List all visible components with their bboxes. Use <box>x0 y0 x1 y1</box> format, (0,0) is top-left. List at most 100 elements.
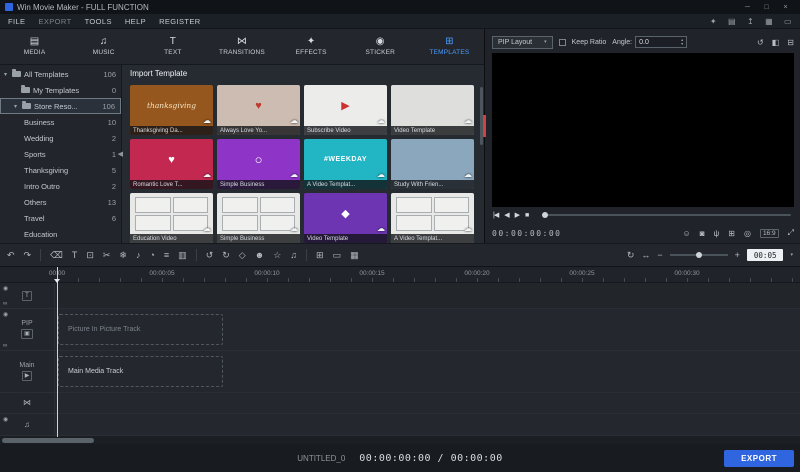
tab-music[interactable]: ♫ MUSIC <box>69 29 138 64</box>
sidebar-item-wedding[interactable]: Wedding 2 <box>0 130 121 146</box>
zoom-handle[interactable] <box>696 252 703 258</box>
equalizer-icon[interactable]: ≡ <box>164 250 169 260</box>
camera-icon[interactable]: ◙ <box>700 229 705 238</box>
tab-transitions[interactable]: ⋈ TRANSITIONS <box>207 29 276 64</box>
menu-export[interactable]: EXPORT <box>38 17 71 26</box>
render-preview-icon[interactable]: ↻ <box>627 250 635 260</box>
seek-handle[interactable] <box>542 212 549 218</box>
sidebar-item-intro-outro[interactable]: Intro Outro 2 <box>0 178 121 194</box>
skip-start-button[interactable]: |◀ <box>493 211 499 219</box>
eye-icon[interactable]: ◉ <box>3 311 8 318</box>
clip-duration-box[interactable]: 00:05 <box>746 249 784 261</box>
sidebar-item-education[interactable]: Education <box>0 226 121 242</box>
redo-icon[interactable]: ↷ <box>24 250 32 260</box>
track-pip-body[interactable]: Picture In Picture Track <box>55 309 800 350</box>
template-card-video-template-2[interactable]: ◆ Video Template ☁ <box>304 193 387 243</box>
wand-icon[interactable]: ✦ <box>710 17 717 26</box>
grid-icon[interactable]: ▦ <box>350 250 359 260</box>
undo-icon[interactable]: ↶ <box>7 250 15 260</box>
track-audio-body[interactable] <box>55 414 800 435</box>
caret-icon[interactable]: ▾ <box>4 71 12 78</box>
tab-text[interactable]: T TEXT <box>138 29 207 64</box>
sidebar-item-travel[interactable]: Travel 6 <box>0 210 121 226</box>
sidebar-item-my-templates[interactable]: My Templates 0 <box>0 82 121 98</box>
upload-icon[interactable]: ↥ <box>747 17 754 26</box>
template-card-weekday[interactable]: #WEEKDAY A Video Templat... ☁ <box>304 139 387 189</box>
video-preview[interactable] <box>492 53 794 207</box>
template-card-simple-business-1[interactable]: ○ Simple Business ☁ <box>217 139 300 189</box>
text-tool-icon[interactable]: T <box>72 250 78 260</box>
rotate-cw-icon[interactable]: ↻ <box>222 250 230 260</box>
template-card-subscribe[interactable]: ▶ Subscribe Video ☁ <box>304 85 387 135</box>
eye-icon[interactable]: ◉ <box>3 416 8 423</box>
rotate-ccw-icon[interactable]: ↺ <box>206 250 214 260</box>
keep-ratio-checkbox[interactable] <box>558 38 566 46</box>
freeze-icon[interactable]: ❄ <box>119 250 127 260</box>
angle-spinner[interactable]: ▴ ▾ <box>635 36 688 48</box>
zoom-out-icon[interactable]: − <box>657 250 662 260</box>
menu-register[interactable]: REGISTER <box>159 17 201 26</box>
spin-down-icon[interactable]: ▾ <box>681 42 683 46</box>
import-template-header[interactable]: Import Template <box>130 69 480 81</box>
eye-icon[interactable]: ◉ <box>3 285 8 292</box>
download-icon[interactable]: ☁ <box>203 225 211 233</box>
download-icon[interactable]: ☁ <box>290 171 298 179</box>
pip-layout-dropdown[interactable]: PIP Layout ▾ <box>492 35 553 49</box>
playhead[interactable] <box>57 267 58 437</box>
download-icon[interactable]: ☁ <box>377 117 385 125</box>
fit-timeline-icon[interactable]: ↔ <box>641 250 650 260</box>
export-button[interactable]: EXPORT <box>724 449 794 467</box>
flip-vertical-icon[interactable]: ⊟ <box>787 38 794 47</box>
sidebar-item-store-resources[interactable]: ▾ Store Reso... 106 <box>0 98 121 114</box>
crop-icon[interactable]: ⊡ <box>86 250 94 260</box>
timeline-ruler[interactable]: 00:00 00:00:05 00:00:10 00:00:15 00:00:2… <box>0 267 800 283</box>
playhead-handle[interactable] <box>54 279 60 283</box>
rotate-icon[interactable]: ↺ <box>757 38 764 47</box>
track-main-header[interactable]: Main ▶ <box>0 351 55 392</box>
track-pip-header[interactable]: ◉ ∞ PIP ▣ <box>0 309 55 350</box>
minimize-button[interactable]: ─ <box>738 4 757 11</box>
star-icon[interactable]: ☆ <box>273 250 281 260</box>
aspect-ratio-badge[interactable]: 16:9 <box>759 228 779 238</box>
download-icon[interactable]: ☁ <box>290 117 298 125</box>
audio-mix-icon[interactable]: ♫ <box>290 250 297 260</box>
track-audio-header[interactable]: ◉ ♫ <box>0 414 55 435</box>
zoom-slider[interactable] <box>669 252 728 258</box>
download-icon[interactable]: ☁ <box>203 171 211 179</box>
maximize-button[interactable]: □ <box>757 4 776 11</box>
tab-media[interactable]: ▤ MEDIA <box>0 29 69 64</box>
sidebar-item-business[interactable]: Business 10 <box>0 114 121 130</box>
download-icon[interactable]: ☁ <box>377 171 385 179</box>
download-icon[interactable]: ☁ <box>377 225 385 233</box>
download-icon[interactable]: ☁ <box>203 117 211 125</box>
split-icon[interactable]: ✂ <box>103 250 111 260</box>
mic-icon[interactable]: ψ <box>714 229 720 238</box>
download-icon[interactable]: ☁ <box>464 171 472 179</box>
mute-icon[interactable]: ♪ <box>136 250 141 260</box>
track-main-body[interactable]: Main Media Track <box>55 351 800 392</box>
template-card-thanksgiving[interactable]: thanksgiving Thanksgiving Da... ☁ <box>130 85 213 135</box>
sidebar-item-others[interactable]: Others 13 <box>0 194 121 210</box>
template-card-simple-business-2[interactable]: Simple Business ☁ <box>217 193 300 243</box>
track-transition-header[interactable]: ⋈ <box>0 393 55 413</box>
template-card-education-video[interactable]: Education Video ☁ <box>130 193 213 243</box>
zoom-in-icon[interactable]: + <box>735 250 740 260</box>
horizontal-scrollbar[interactable] <box>2 438 94 443</box>
menu-file[interactable]: FILE <box>8 17 25 26</box>
step-back-button[interactable]: ◀ <box>504 211 509 219</box>
angle-input[interactable] <box>639 38 674 46</box>
template-card-romantic-love[interactable]: ♥ Romantic Love T... ☁ <box>130 139 213 189</box>
stop-button[interactable]: ■ <box>525 212 529 219</box>
flip-horizontal-icon[interactable]: ◧ <box>772 38 780 47</box>
link-icon[interactable]: ∞ <box>3 301 7 307</box>
fullscreen-icon[interactable]: ⤢ <box>788 228 794 238</box>
menu-help[interactable]: HELP <box>125 17 146 26</box>
template-card-always-love[interactable]: ♥ Always Love Yo... ☁ <box>217 85 300 135</box>
caret-icon[interactable]: ▾ <box>14 103 22 110</box>
crop-frame-icon[interactable]: ⊞ <box>316 250 324 260</box>
grid-icon[interactable]: ⊞ <box>728 229 735 238</box>
screen-icon[interactable]: ▭ <box>333 250 342 260</box>
play-button[interactable]: ▶ <box>515 211 520 219</box>
tab-effects[interactable]: ✦ EFFECTS <box>277 29 346 64</box>
panel-splitter-handle[interactable] <box>483 115 486 137</box>
